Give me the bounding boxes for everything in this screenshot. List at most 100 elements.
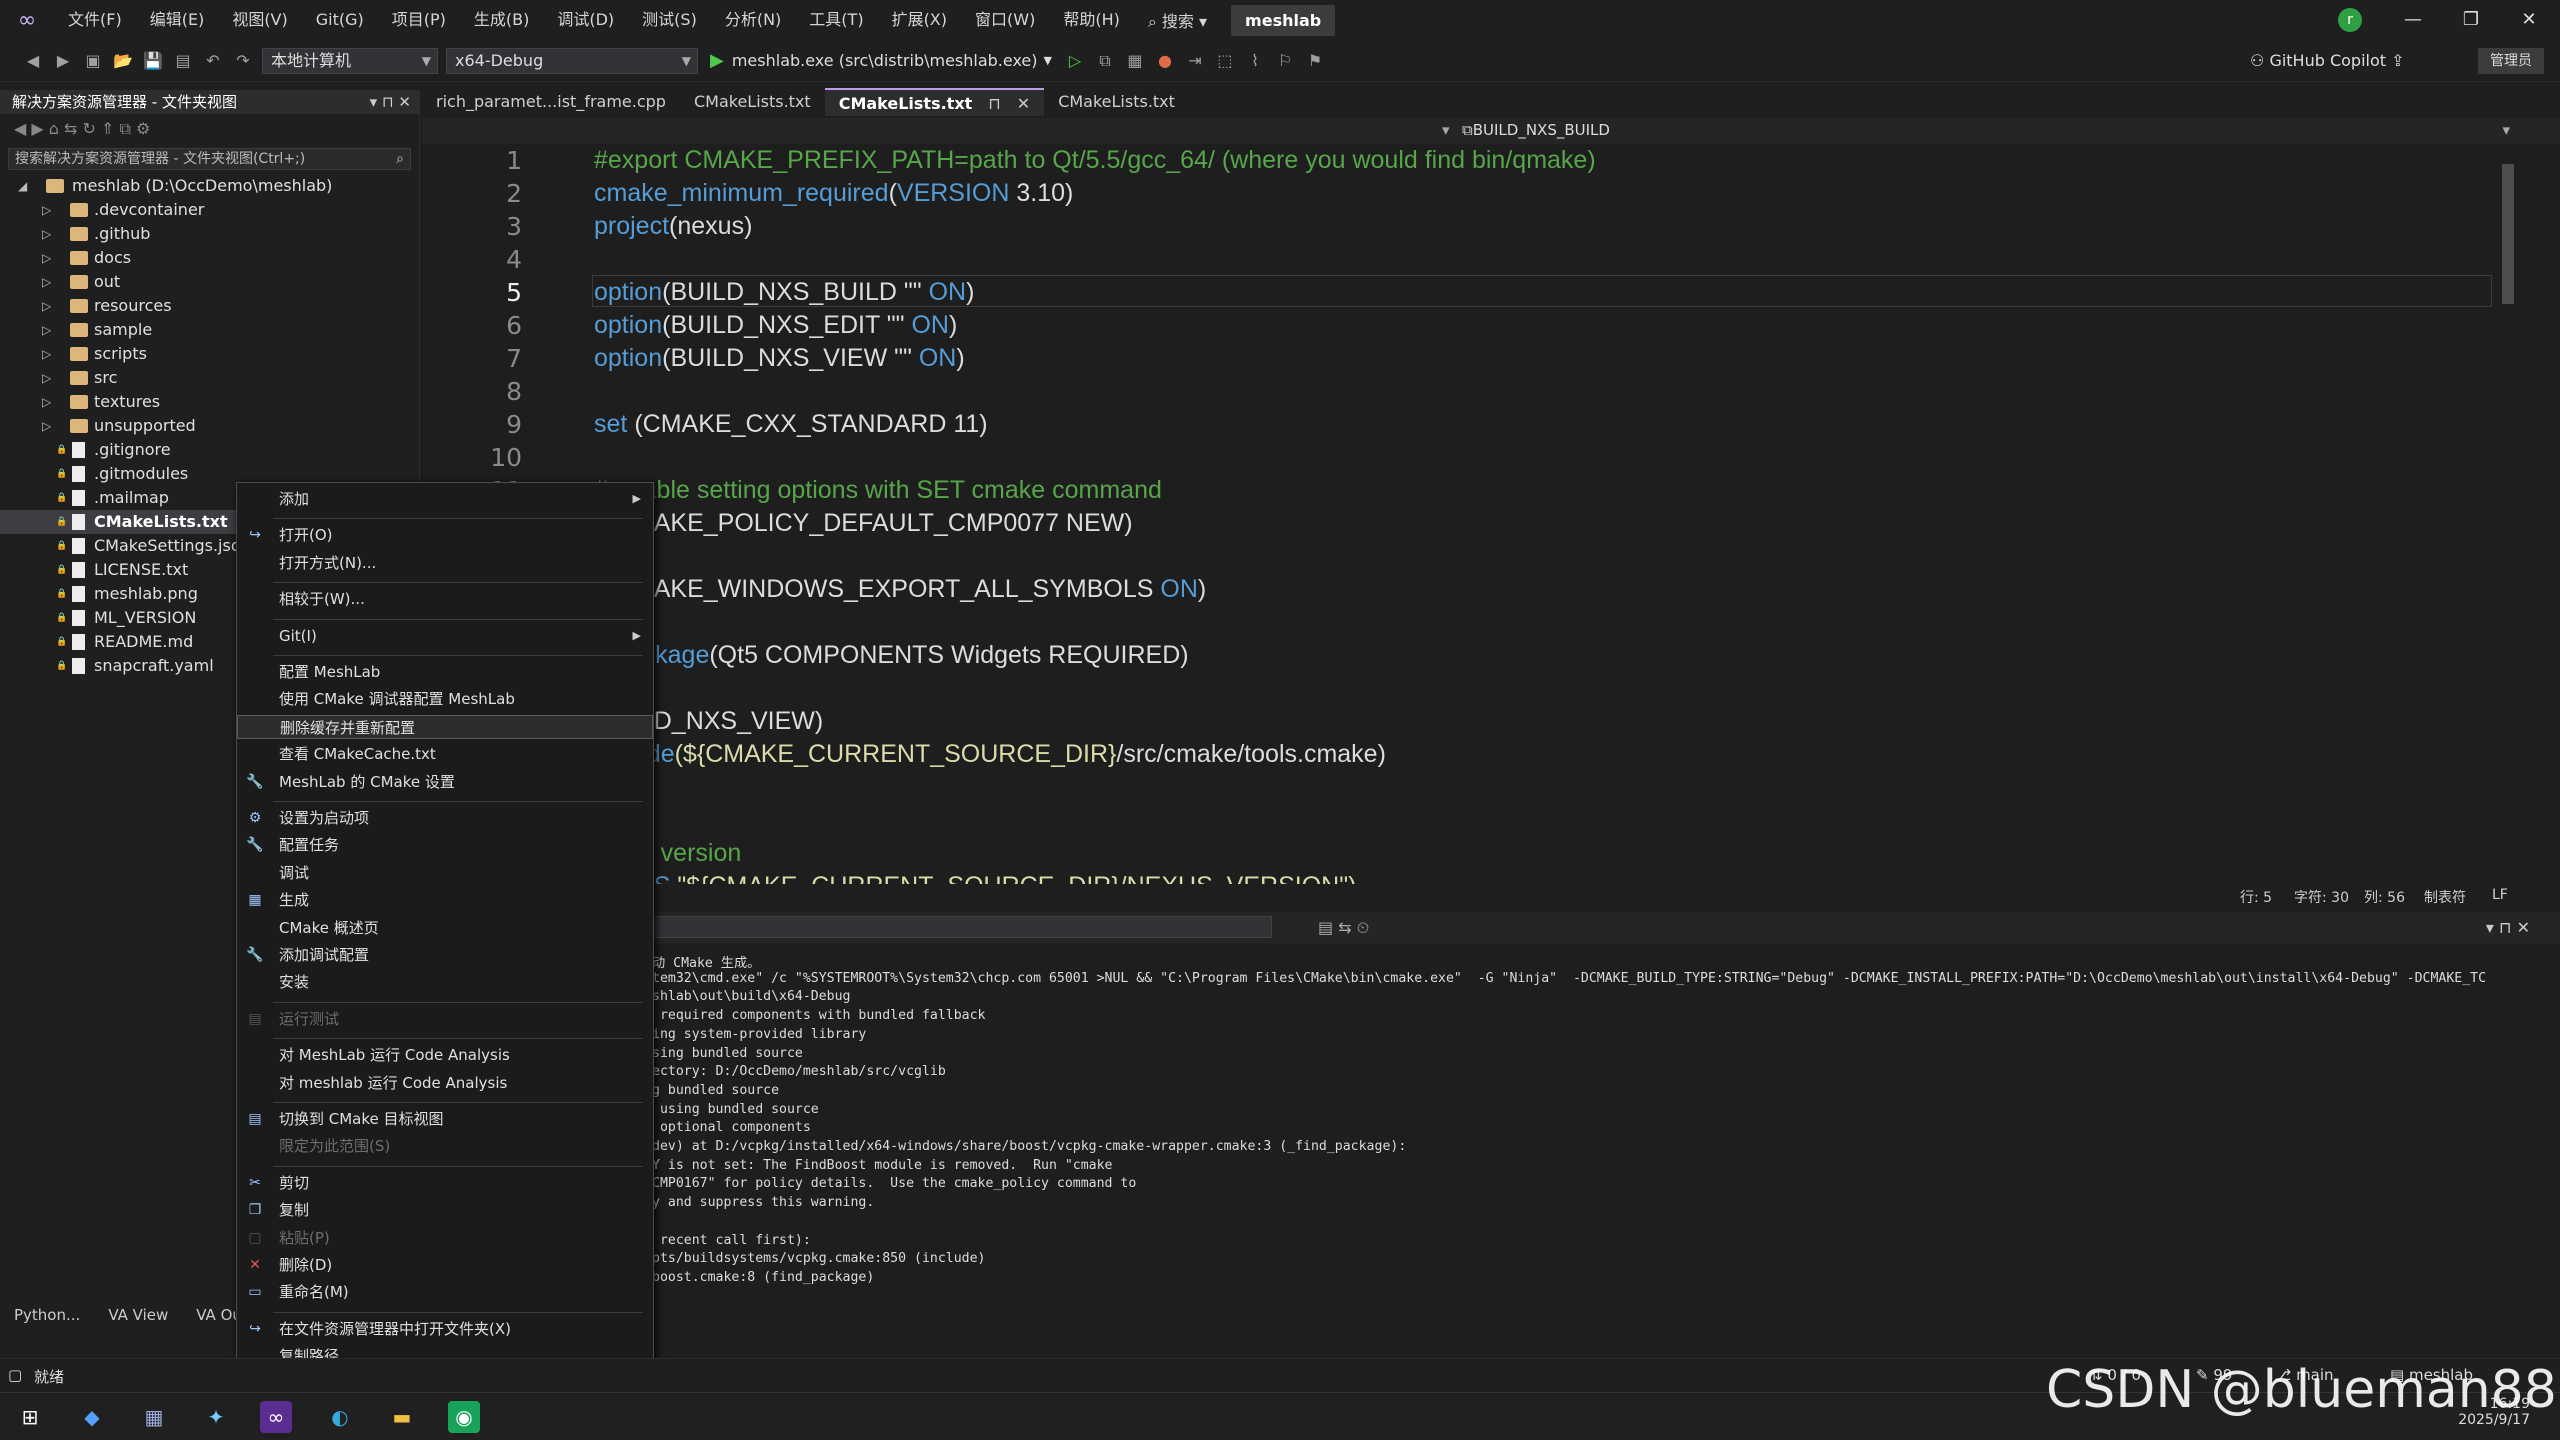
menu-item[interactable]: ✕ 删除(D) (237, 1253, 653, 1277)
menu-item[interactable]: 使用 CMake 调试器配置 MeshLab (237, 687, 653, 711)
back-icon[interactable]: ◀ (20, 48, 46, 74)
menu-item[interactable]: 分析(N) (711, 0, 795, 40)
configuration-select[interactable]: x64-Debug ▼ (446, 47, 698, 74)
menu-item[interactable]: 添加 ▶ (237, 487, 653, 511)
run-without-debug-icon[interactable]: ▷ (1062, 48, 1088, 74)
menu-item[interactable]: ▤ 切换到 CMake 目标视图 (237, 1107, 653, 1131)
forward-icon[interactable]: ▶ (50, 48, 76, 74)
menu-item[interactable]: 生成(B) (460, 0, 543, 40)
tab-indicator[interactable]: 制表符 (2424, 887, 2466, 907)
close-tab-icon[interactable]: ✕ (1017, 94, 1030, 113)
edge-icon[interactable]: ◐ (324, 1401, 356, 1433)
comment-icon[interactable]: ⌇ (1242, 48, 1268, 74)
output-panel-buttons[interactable]: ▾ ⊓ ✕ (2486, 918, 2530, 937)
chevron-down-icon[interactable]: ▾ (1442, 121, 1450, 139)
menu-item[interactable]: 扩展(X) (878, 0, 961, 40)
github-copilot-button[interactable]: ⚇ GitHub Copilot ⇪ (2250, 40, 2405, 82)
tree-folder[interactable]: ▷ .github (0, 222, 419, 246)
expand-arrow-icon[interactable]: ▷ (42, 318, 51, 342)
menu-item[interactable]: 相较于(W)... (237, 587, 653, 611)
debug-target-select[interactable]: 本地计算机 ▼ (262, 47, 438, 74)
expand-arrow-icon[interactable]: ▷ (42, 198, 51, 222)
editor-scrollbar[interactable] (2498, 144, 2518, 884)
scrollbar-thumb[interactable] (2502, 164, 2514, 304)
menu-item[interactable]: ⚙ 设置为启动项 (237, 806, 653, 830)
menu-item[interactable]: 调试 (237, 861, 653, 885)
menu-item[interactable]: 文件(F) (54, 0, 136, 40)
scope-dropdown[interactable]: ⧉BUILD_NXS_BUILD (1462, 121, 1610, 139)
step-icon[interactable]: ⇥ (1182, 48, 1208, 74)
close-icon[interactable]: ✕ (2500, 0, 2558, 40)
save-icon[interactable]: 💾 (140, 48, 166, 74)
app-icon[interactable]: ◉ (448, 1401, 480, 1433)
expand-arrow-icon[interactable]: ◢ (18, 174, 27, 198)
breakpoint-icon[interactable]: ⬚ (1212, 48, 1238, 74)
menu-item[interactable]: Git(G) (302, 0, 378, 40)
tree-file[interactable]: 🔒 .gitignore (0, 438, 419, 462)
account-avatar[interactable]: r (2338, 8, 2362, 32)
output-source-select[interactable] (652, 916, 1272, 938)
menu-item[interactable]: ↪ 在文件资源管理器中打开文件夹(X) (237, 1317, 653, 1341)
build-icon[interactable]: ● (1152, 48, 1178, 74)
expand-arrow-icon[interactable]: ▷ (42, 246, 51, 270)
search-button[interactable]: ⌕ 搜索 ▾ (1134, 8, 1221, 32)
expand-arrow-icon[interactable]: ▷ (42, 222, 51, 246)
chevron-down-icon[interactable]: ▾ (2502, 121, 2510, 139)
menu-item[interactable]: 对 MeshLab 运行 Code Analysis (237, 1043, 653, 1067)
menu-item[interactable]: 删除缓存并重新配置 (237, 714, 653, 739)
menu-item[interactable]: ✂ 剪切 (237, 1171, 653, 1195)
menu-item[interactable]: 🔧 配置任务 (237, 833, 653, 857)
calculator-icon[interactable]: ▦ (138, 1401, 170, 1433)
undo-icon[interactable]: ↶ (200, 48, 226, 74)
sidebar-bottom-tab[interactable]: Python... (0, 1304, 94, 1330)
menu-item[interactable]: ▦ 生成 (237, 888, 653, 912)
menu-item[interactable]: 🔧 MeshLab 的 CMake 设置 (237, 770, 653, 794)
solution-name-badge[interactable]: meshlab (1231, 4, 1336, 36)
tree-folder[interactable]: ▷ .devcontainer (0, 198, 419, 222)
open-folder-icon[interactable]: 📂 (110, 48, 136, 74)
eol-indicator[interactable]: LF (2492, 887, 2508, 903)
expand-arrow-icon[interactable]: ▷ (42, 342, 51, 366)
menu-item[interactable]: 安装 (237, 970, 653, 994)
menu-item[interactable]: 查看 CMakeCache.txt (237, 742, 653, 766)
redo-icon[interactable]: ↷ (230, 48, 256, 74)
minimize-icon[interactable]: — (2384, 0, 2442, 40)
menu-item[interactable]: 对 meshlab 运行 Code Analysis (237, 1071, 653, 1095)
menu-item[interactable]: 打开方式(N)... (237, 551, 653, 575)
code-editor[interactable]: 1 #export CMAKE_PREFIX_PATH=path to Qt/5.… (422, 144, 2512, 884)
run-button[interactable]: ▶ meshlab.exe (src\distrib\meshlab.exe) ▼ (710, 50, 1052, 71)
sidebar-bottom-tab[interactable]: VA View (94, 1304, 182, 1330)
tree-folder[interactable]: ▷ src (0, 366, 419, 390)
menu-item[interactable]: ↪ 打开(O) (237, 523, 653, 547)
tree-folder[interactable]: ▷ docs (0, 246, 419, 270)
attach-icon[interactable]: ⧉ (1092, 48, 1118, 74)
menu-item[interactable]: 测试(S) (628, 0, 711, 40)
layout-icon[interactable]: ▦ (1122, 48, 1148, 74)
document-tab[interactable]: CMakeLists.txt (680, 88, 825, 116)
tree-folder[interactable]: ▷ out (0, 270, 419, 294)
menu-item[interactable]: 工具(T) (795, 0, 877, 40)
document-tab[interactable]: CMakeLists.txt (1044, 88, 1189, 116)
menu-item[interactable]: CMake 概述页 (237, 916, 653, 940)
tree-folder[interactable]: ▷ scripts (0, 342, 419, 366)
menu-item[interactable]: 项目(P) (378, 0, 460, 40)
panel-buttons[interactable]: ▾ ⊓ ✕ (370, 90, 411, 114)
menu-item[interactable]: 帮助(H) (1049, 0, 1134, 40)
menu-item[interactable]: 编辑(E) (136, 0, 219, 40)
menu-item[interactable]: Git(I) ▶ (237, 624, 653, 648)
file-explorer-icon[interactable]: ▬ (386, 1401, 418, 1433)
tree-folder[interactable]: ▷ sample (0, 318, 419, 342)
expand-arrow-icon[interactable]: ▷ (42, 414, 51, 438)
bookmark-icon[interactable]: ⚐ (1272, 48, 1298, 74)
menu-item[interactable]: 调试(D) (543, 0, 628, 40)
output-toolbar-icons[interactable]: ▤ ⇆ ⏲ (1318, 918, 1369, 938)
pin-icon[interactable]: ⊓ (988, 94, 1000, 113)
document-tab[interactable]: rich_paramet...ist_frame.cpp (422, 88, 680, 116)
solution-search-input[interactable]: 搜索解决方案资源管理器 - 文件夹视图(Ctrl+;) ⌕ (8, 148, 411, 170)
menu-item[interactable]: ▭ 重命名(M) (237, 1280, 653, 1304)
expand-arrow-icon[interactable]: ▷ (42, 390, 51, 414)
document-tab[interactable]: CMakeLists.txt ⊓ ✕ (824, 88, 1045, 116)
menu-item[interactable]: 视图(V) (218, 0, 301, 40)
menu-item[interactable]: ❐ 复制 (237, 1198, 653, 1222)
windows-start-icon[interactable]: ⊞ (14, 1401, 46, 1433)
